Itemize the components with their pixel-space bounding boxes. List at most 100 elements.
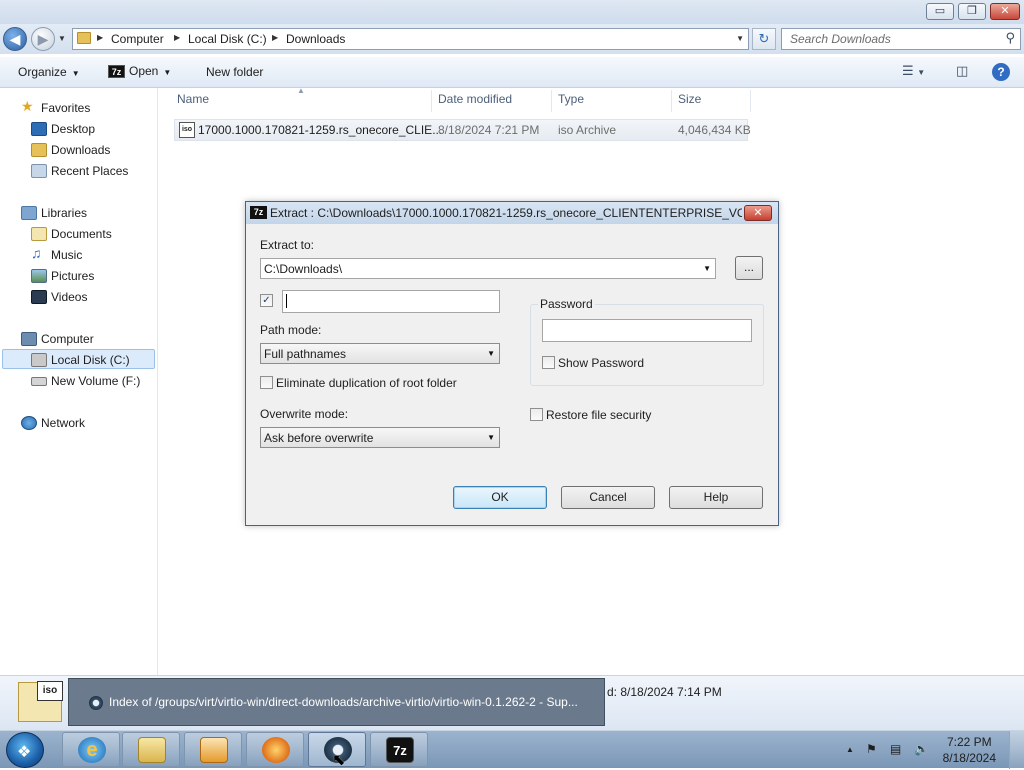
system-clock[interactable]: 7:22 PM 8/18/2024 (943, 734, 996, 766)
table-row[interactable]: iso 17000.1000.170821-1259.rs_onecore_CL… (174, 119, 751, 141)
column-header-date[interactable]: Date modified (438, 92, 512, 106)
chevron-right-icon[interactable]: ▶ (174, 33, 180, 42)
restore-security-checkbox[interactable] (530, 408, 543, 421)
chevron-down-icon[interactable]: ▼ (703, 264, 711, 273)
column-divider[interactable] (431, 90, 432, 112)
sidebar-item-computer[interactable]: Computer (0, 329, 155, 349)
back-button[interactable]: ◀ (3, 27, 27, 51)
sidebar-item-label: Music (51, 248, 83, 262)
network-tray-icon[interactable]: ▤ (890, 742, 901, 756)
taskbar-7zip[interactable]: 7z (370, 732, 428, 767)
column-divider[interactable] (551, 90, 552, 112)
sidebar-item-network[interactable]: Network (0, 413, 155, 433)
view-options-icon[interactable]: ☰ ▼ (902, 63, 925, 79)
close-button[interactable]: ✕ (990, 3, 1020, 20)
chevron-down-icon[interactable]: ▼ (736, 34, 744, 43)
taskbar-internet-explorer[interactable]: e (62, 732, 120, 767)
column-header-type[interactable]: Type (558, 92, 584, 106)
orange-app-icon (262, 737, 290, 763)
volume-muted-icon[interactable]: 🔈 (914, 742, 929, 756)
sidebar-item-documents[interactable]: Documents (0, 224, 155, 244)
chevron-right-icon[interactable]: ▶ (97, 33, 103, 42)
dialog-titlebar[interactable]: 7z Extract : C:\Downloads\17000.1000.170… (246, 202, 778, 224)
sidebar-item-label: Recent Places (51, 164, 129, 178)
help-icon[interactable]: ? (992, 63, 1010, 81)
address-bar-area: ◀ ▶ ▼ ▶ Computer ▶ Local Disk (C:) ▶ Dow… (0, 24, 1024, 54)
start-button[interactable]: ❖ (6, 732, 44, 768)
open-button[interactable]: 7z Open ▼ (108, 64, 171, 79)
path-mode-select[interactable]: Full pathnames ▼ (260, 343, 500, 364)
taskbar-thumbnail-tooltip[interactable]: Index of /groups/virt/virtio-win/direct-… (68, 678, 605, 726)
sidebar-item-label: New Volume (F:) (51, 374, 141, 388)
action-center-flag-icon[interactable]: ⚑ (866, 742, 877, 756)
eliminate-duplication-label[interactable]: Eliminate duplication of root folder (276, 376, 457, 390)
column-divider[interactable] (671, 90, 672, 112)
new-folder-button[interactable]: New folder (206, 65, 263, 79)
subfolder-name-input[interactable] (282, 290, 500, 313)
forward-button[interactable]: ▶ (31, 27, 55, 51)
show-password-checkbox[interactable] (542, 356, 555, 369)
sidebar-item-desktop[interactable]: Desktop (0, 119, 155, 139)
refresh-button[interactable]: ↻ (752, 28, 776, 50)
drive-icon (31, 377, 47, 386)
eliminate-duplication-checkbox[interactable] (260, 376, 273, 389)
cancel-button[interactable]: Cancel (561, 486, 655, 509)
ok-button[interactable]: OK (453, 486, 547, 509)
sidebar-item-label: Local Disk (C:) (51, 353, 130, 367)
password-group (530, 304, 764, 386)
videos-icon (31, 290, 47, 304)
mouse-cursor-icon: ⬉ (332, 752, 346, 769)
extract-to-combobox[interactable]: C:\Downloads\ ▼ (260, 258, 716, 279)
browser-icon (89, 696, 103, 710)
sidebar-item-music[interactable]: ♫ Music (0, 245, 155, 265)
explorer-folder-icon (138, 737, 166, 763)
drive-icon (31, 353, 47, 367)
sevenzip-icon: 7z (250, 206, 267, 219)
maximize-button[interactable]: ❐ (958, 3, 986, 20)
dialog-close-button[interactable]: ✕ (744, 205, 772, 221)
taskbar-explorer[interactable] (122, 732, 180, 767)
taskbar: ❖ e 7z ▲ ⚑ ▤ 🔈 7:22 PM 8/18/2024 (0, 730, 1024, 769)
desktop-icon (31, 122, 47, 136)
history-dropdown-icon[interactable]: ▼ (58, 34, 66, 43)
search-input[interactable]: Search Downloads ⚲ (781, 28, 1021, 50)
search-placeholder: Search Downloads (790, 32, 891, 46)
sevenzip-icon: 7z (108, 65, 125, 79)
chevron-right-icon[interactable]: ▶ (272, 33, 278, 42)
restore-security-label[interactable]: Restore file security (546, 408, 651, 422)
show-desktop-button[interactable] (1009, 731, 1024, 769)
overwrite-mode-select[interactable]: Ask before overwrite ▼ (260, 427, 500, 448)
sidebar-item-libraries[interactable]: Libraries (0, 203, 155, 223)
sidebar-item-new-volume[interactable]: New Volume (F:) (0, 371, 155, 391)
password-input[interactable] (542, 319, 752, 342)
minimize-button[interactable]: ▭ (926, 3, 954, 20)
subfolder-checkbox[interactable]: ✓ (260, 294, 273, 307)
extract-to-label: Extract to: (260, 238, 315, 252)
libraries-icon (21, 206, 37, 220)
iso-file-icon: iso (179, 122, 195, 138)
sidebar-item-label: Libraries (41, 206, 88, 220)
column-header-size[interactable]: Size (678, 92, 701, 106)
breadcrumb-computer[interactable]: Computer (111, 32, 164, 46)
taskbar-media-player[interactable] (184, 732, 242, 767)
show-hidden-icons[interactable]: ▲ (846, 745, 854, 754)
sidebar-item-pictures[interactable]: Pictures (0, 266, 155, 286)
help-button[interactable]: Help (669, 486, 763, 509)
show-password-label[interactable]: Show Password (558, 356, 644, 370)
organize-button[interactable]: Organize ▼ (18, 65, 80, 79)
taskbar-app-orange[interactable] (246, 732, 304, 767)
sidebar-item-local-disk[interactable]: Local Disk (C:) (2, 349, 155, 369)
sidebar-item-favorites[interactable]: ★ Favorites (0, 98, 155, 118)
column-divider[interactable] (750, 90, 751, 112)
address-input[interactable]: ▶ Computer ▶ Local Disk (C:) ▶ Downloads… (72, 28, 749, 50)
navigation-pane: ★ Favorites Desktop Downloads Recent Pla… (0, 88, 158, 675)
column-header-name[interactable]: Name (177, 92, 209, 106)
browse-button[interactable]: ... (735, 256, 763, 280)
breadcrumb-downloads[interactable]: Downloads (286, 32, 345, 46)
breadcrumb-local-disk[interactable]: Local Disk (C:) (188, 32, 267, 46)
preview-pane-icon[interactable]: ◫ (956, 63, 968, 79)
search-icon[interactable]: ⚲ (1005, 30, 1015, 46)
sidebar-item-recent-places[interactable]: Recent Places (0, 161, 155, 181)
sidebar-item-downloads[interactable]: Downloads (0, 140, 155, 160)
sidebar-item-videos[interactable]: Videos (0, 287, 155, 307)
